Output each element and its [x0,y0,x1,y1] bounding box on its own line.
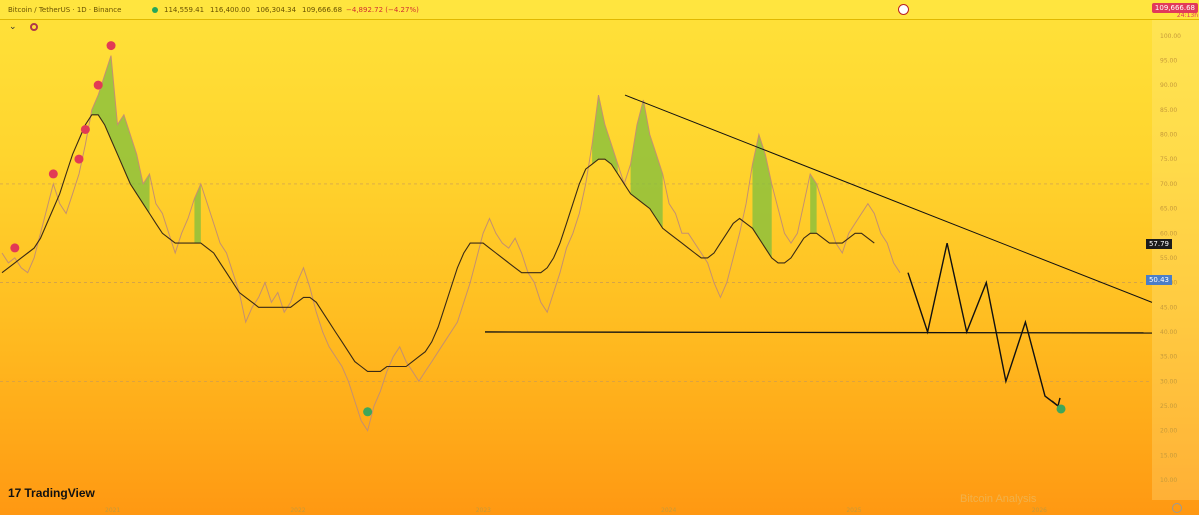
y-tick-label: 80.00 [1160,132,1177,139]
y-tick-label: 75.00 [1160,156,1177,163]
overbought-peak-marker [10,243,20,253]
brand-logo[interactable]: 17 TradingView [8,486,95,500]
descending-trendline [624,94,1153,303]
oversold-trough-marker [363,407,373,417]
x-tick-label: 2025 [846,507,861,514]
x-tick-label: 2023 [476,507,491,514]
overbought-fill [91,55,150,214]
overbought-peak-marker [80,125,90,134]
rsi-ma-value-tag: 50.43 [1145,275,1172,286]
rsi-chart: 100.00 95.00 90.00 85.00 80.00 75.00 70.00 65.0… [0,20,1199,514]
timezone-icon[interactable] [1172,503,1182,513]
y-tick-label: 55.00 [1160,255,1177,262]
overbought-fill [194,183,201,244]
rsi-value-tag: 57.79 [1145,239,1172,250]
overbought-peak-marker [48,169,58,179]
x-tick-label: 2021 [105,507,120,514]
y-tick-label: 60.00 [1160,230,1177,237]
overbought-fill [592,95,618,175]
y-tick-label: 10.00 [1160,477,1177,484]
projection-arrowhead [1051,397,1061,408]
y-tick-label: 40.00 [1160,329,1177,336]
brand-name: TradingView [24,486,95,500]
y-tick-label: 70.00 [1160,181,1177,188]
y-tick-label: 85.00 [1160,107,1177,114]
overbought-peak-marker [93,80,103,90]
tradingview-logo-icon: 17 [8,486,22,500]
overbought-peak-marker [106,41,116,51]
y-tick-label: 25.00 [1160,403,1177,410]
y-tick-label: 45.00 [1160,304,1177,311]
y-tick-label: 65.00 [1160,206,1177,213]
y-tick-label: 95.00 [1160,58,1177,65]
x-tick-label: 2026 [1032,507,1047,514]
overbought-peak-marker [74,154,84,164]
y-tick-label: 35.00 [1160,354,1177,361]
y-tick-label: 90.00 [1160,82,1177,89]
y-tick-label: 15.00 [1160,452,1177,459]
y-tick-label: 30.00 [1160,378,1177,385]
x-tick-label: 2022 [290,507,305,514]
support-line [484,331,1153,334]
y-tick-label: 100.00 [1160,33,1181,40]
y-tick-label: 20.00 [1160,428,1177,435]
x-tick-label: 2024 [661,507,676,514]
projected-target-marker [1056,404,1066,414]
watermark: Bitcoin Analysis [960,493,1037,505]
